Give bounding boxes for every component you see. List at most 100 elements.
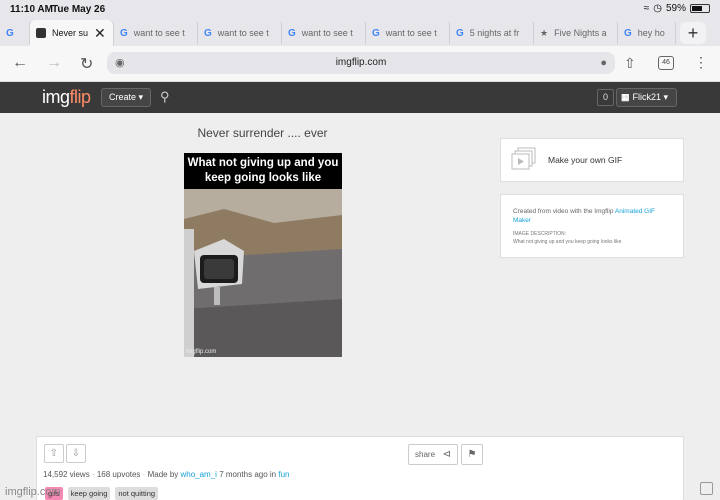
google-icon: G [288,27,296,39]
tab[interactable]: Gwant to see t [114,22,198,44]
screenshot-watermark: imgflip.com [5,486,61,498]
tab-active[interactable]: Never su ✕ [30,20,114,46]
tab-label: want to see t [301,28,353,38]
tab-label: Five Nights a [554,28,607,38]
image-description-text: What not giving up and you keep going lo… [513,239,622,245]
tab-label: want to see t [217,28,269,38]
tab[interactable]: G 5 nights at fr [450,22,534,44]
share-icon: ⊲ [442,449,451,460]
create-button[interactable]: Create ▾ [101,88,151,107]
back-icon[interactable]: ← [12,54,28,72]
microphone-icon[interactable]: ● [600,52,607,74]
user-avatar-icon: ▦ [621,92,630,102]
separator: · [142,470,146,479]
close-tab-icon[interactable]: ✕ [94,25,106,42]
user-menu-button[interactable]: ▦ Flick21 ▾ [616,88,677,107]
google-icon: G [120,27,128,39]
notification-count[interactable]: 0 [597,89,614,106]
stream-link[interactable]: fun [278,470,289,479]
site-settings-icon[interactable]: ◉ [115,52,125,74]
tag[interactable]: not quitting [115,487,159,500]
fullscreen-icon[interactable] [700,482,713,495]
alarm-icon: ◷ [653,3,662,14]
video-frames-icon [511,147,536,170]
google-icon: G [624,27,632,39]
make-gif-card[interactable]: Make your own GIF [500,138,684,182]
post-time: 7 months ago [219,470,268,479]
author-link[interactable]: who_am_i [180,470,216,479]
tab-label: hey ho [637,28,665,38]
tag-list: gifs keep going not quitting [45,487,159,500]
flag-icon: ⚑ [467,449,477,460]
make-gif-label: Make your own GIF [548,155,623,165]
logo-part-img: img [42,87,70,107]
tab-label: Never su [52,28,89,38]
upvotes-count: 168 upvotes [96,470,141,479]
gif-info-card: Created from video with the Imgflip Anim… [500,194,684,258]
chevron-down-icon: ▾ [138,92,144,102]
google-icon: G [204,27,212,39]
tab[interactable]: Gwant to see t [198,22,282,44]
arrow-down-icon: ⇩ [71,448,81,459]
image-description-label: IMAGE DESCRIPTION: [513,231,567,237]
reload-icon[interactable]: ↻ [80,54,93,74]
share-page-icon[interactable]: ⇧ [624,55,636,72]
meme-image[interactable]: What not giving up and you keep going lo… [184,153,342,357]
browser-toolbar: ← → ↻ ◉ imgflip.com ● ⇧ 46 ⋮ [0,46,720,82]
tab-label: 5 nights at fr [469,28,520,38]
imgflip-favicon-icon [36,28,46,38]
google-icon: G [372,27,380,39]
logo-part-flip: flip [69,87,92,107]
tab[interactable]: ★ Five Nights a [534,22,618,44]
share-button[interactable]: share ⊲ [408,444,458,465]
tab-strip: G Never su ✕ Gwant to see t Gwant to see… [0,20,720,46]
tab-overflow[interactable]: G [0,22,30,44]
meme-actions-card: ⇧ ⇩ share ⊲ ⚑ 14,592 views · 168 upvotes… [36,436,684,500]
made-by-prefix: Made by [147,470,181,479]
address-bar[interactable]: ◉ imgflip.com ● [107,52,615,74]
status-right: ≈ ◷ 59% [644,3,710,14]
arrow-up-icon: ⇧ [49,448,59,459]
tab-label: want to see t [385,28,437,38]
status-date: Tue May 26 [52,4,106,15]
share-label: share [415,450,436,459]
username: Flick21 [632,92,662,102]
search-icon[interactable]: ⚲ [160,89,170,105]
new-tab-button[interactable]: + [680,22,706,44]
meme-title: Never surrender .... ever [197,126,328,140]
upvote-button[interactable]: ⇧ [44,444,64,463]
forward-icon[interactable]: → [46,54,62,72]
tab[interactable]: Gwant to see t [366,22,450,44]
tab[interactable]: Gwant to see t [282,22,366,44]
road-scene-illustration [184,189,342,357]
meme-watermark: imgflip.com [186,349,217,355]
views-count: 14,592 views [43,470,90,479]
battery-percent: 59% [665,3,686,14]
url-text: imgflip.com [335,57,387,68]
five-nights-favicon-icon: ★ [540,27,549,38]
battery-icon [690,4,710,13]
separator: · [91,470,95,479]
imgflip-logo[interactable]: imgflip [42,87,91,108]
status-time: 11:10 AM [10,4,53,15]
created-from-text: Created from video with the Imgflip Anim… [513,207,673,225]
chevron-down-icon: ▾ [663,92,669,102]
in-label: in [269,470,277,479]
downvote-button[interactable]: ⇩ [66,444,86,463]
wifi-icon: ≈ [643,3,650,14]
create-label: Create [108,92,136,102]
flag-button[interactable]: ⚑ [461,444,483,465]
meme-caption: What not giving up and you keep going lo… [184,153,342,189]
tab-label: want to see t [133,28,185,38]
google-icon: G [456,27,464,39]
tag[interactable]: keep going [67,487,111,500]
meme-stats: 14,592 views · 168 upvotes · Made by who… [43,470,290,479]
tab-count[interactable]: 46 [658,56,674,70]
tab[interactable]: Ghey ho [618,22,676,44]
more-menu-icon[interactable]: ⋮ [694,54,708,71]
google-icon: G [6,27,14,39]
status-bar: 11:10 AM Tue May 26 ≈ ◷ 59% [0,0,720,20]
site-header: imgflip Create ▾ ⚲ 0 ▦ Flick21 ▾ [0,82,720,113]
meme-scene [184,189,342,357]
created-prefix: Created from video with the Imgflip [513,208,615,215]
